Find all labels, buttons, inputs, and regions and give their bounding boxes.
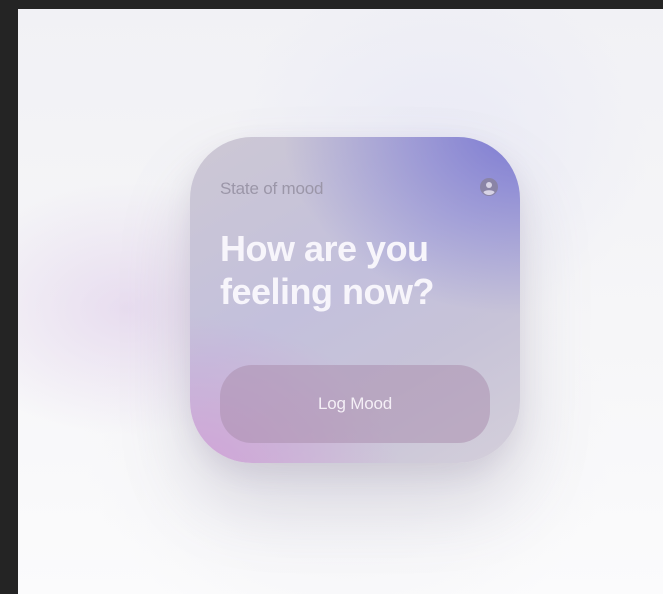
widget-title: State of mood — [220, 179, 324, 198]
canvas-frame: State of mood How are you feeling now? L… — [18, 9, 663, 594]
person-circle-icon[interactable] — [480, 178, 498, 196]
mood-question: How are you feeling now? — [220, 228, 435, 312]
mood-widget: State of mood How are you feeling now? L… — [190, 137, 520, 463]
log-mood-button[interactable]: Log Mood — [220, 365, 490, 443]
